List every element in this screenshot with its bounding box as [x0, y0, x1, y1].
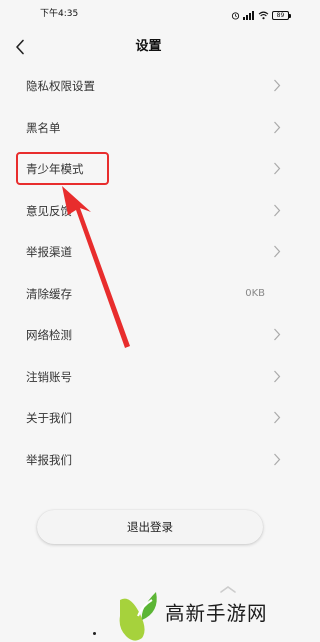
settings-item-label: 网络检测 — [26, 328, 72, 342]
battery-icon: 89 — [272, 10, 291, 20]
cache-size-value: 0KB — [245, 287, 265, 299]
chevron-right-icon — [274, 121, 281, 133]
chevron-right-icon — [274, 453, 281, 465]
annotation-highlight-box — [16, 152, 109, 185]
settings-item-network-check[interactable]: 网络检测 — [0, 314, 297, 356]
settings-item-label: 举报渠道 — [26, 245, 72, 259]
settings-item-label: 隐私权限设置 — [26, 79, 95, 93]
watermark-text: 高新手游网 — [165, 602, 268, 625]
chevron-right-icon — [274, 328, 281, 341]
settings-item-report-us[interactable]: 举报我们 — [0, 439, 297, 481]
settings-item-label: 黑名单 — [26, 120, 61, 135]
status-bar: 下午4:35 89 — [0, 0, 297, 26]
chevron-right-icon — [274, 370, 281, 382]
alarm-icon — [231, 11, 240, 20]
page-title: 设置 — [135, 39, 162, 54]
settings-item-about-us[interactable]: 关于我们 — [0, 397, 297, 439]
settings-item-clear-cache[interactable]: 清除缓存 0KB — [0, 273, 297, 315]
settings-item-label: 举报我们 — [26, 452, 72, 467]
settings-item-label: 注销账号 — [26, 369, 72, 384]
settings-list: 隐私权限设置 黑名单 青少年模式 意见反馈 举报渠道 清除缓存 0KB 网络检测… — [0, 65, 297, 480]
settings-item-label: 意见反馈 — [26, 203, 72, 218]
status-time: 下午4:35 — [40, 9, 79, 19]
logout-button[interactable]: 退出登录 — [37, 510, 263, 544]
settings-item-label: 关于我们 — [26, 411, 72, 425]
settings-item-feedback[interactable]: 意见反馈 — [0, 190, 297, 232]
settings-item-privacy[interactable]: 隐私权限设置 — [0, 65, 297, 107]
decorative-dot — [93, 632, 96, 635]
settings-item-delete-account[interactable]: 注销账号 — [0, 356, 297, 398]
signal-icon — [243, 10, 254, 20]
watermark-logo — [119, 592, 157, 641]
chevron-up-icon — [220, 586, 236, 593]
chevron-right-icon — [274, 204, 281, 216]
status-icons: 89 — [231, 10, 291, 20]
chevron-right-icon — [274, 79, 281, 92]
wifi-icon — [258, 11, 269, 19]
chevron-right-icon — [274, 411, 281, 424]
chevron-right-icon — [274, 245, 281, 258]
settings-item-label: 清除缓存 — [26, 286, 72, 301]
chevron-right-icon — [274, 162, 281, 175]
settings-item-report-channel[interactable]: 举报渠道 — [0, 231, 297, 273]
settings-item-blacklist[interactable]: 黑名单 — [0, 107, 297, 149]
